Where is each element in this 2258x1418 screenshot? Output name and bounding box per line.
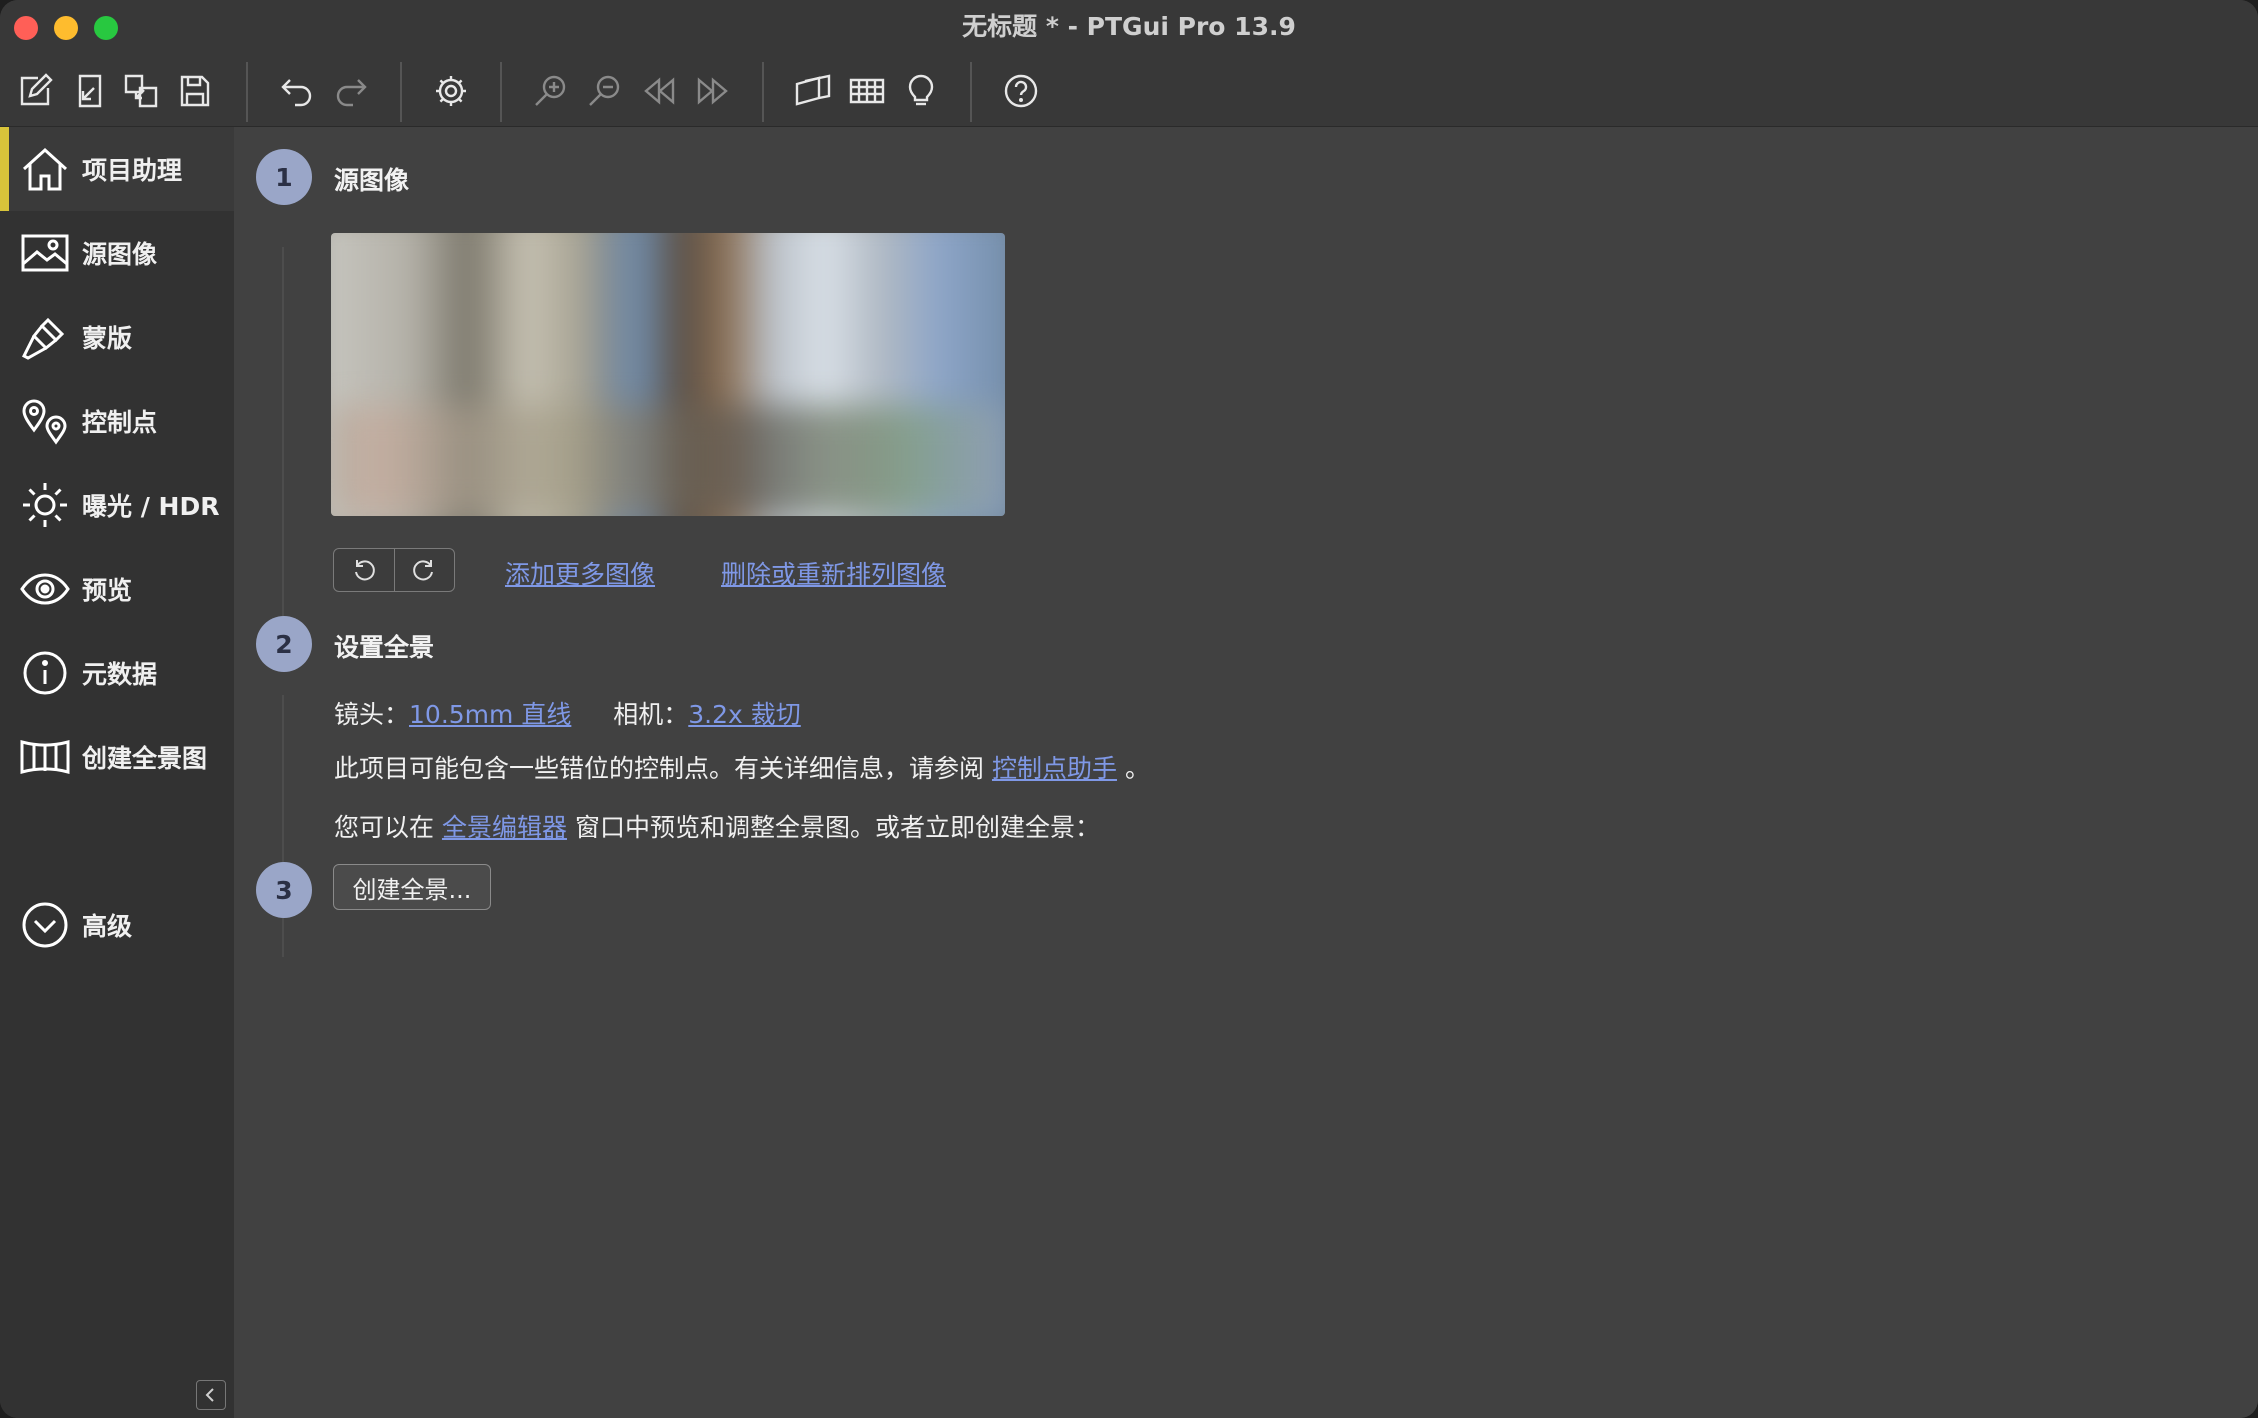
sidebar-item-metadata[interactable]: 元数据 [0, 631, 234, 715]
zoom-out-icon [589, 75, 620, 106]
sidebar-item-advanced[interactable]: 高级 [0, 883, 234, 967]
panorama-editor-button[interactable] [790, 68, 836, 114]
sidebar-item-preview[interactable]: 预览 [0, 547, 234, 631]
save-icon [180, 75, 210, 107]
new-project-icon [20, 73, 53, 106]
window-title: 无标题 * - PTGui Pro 13.9 [962, 12, 1296, 41]
info-icon [18, 646, 72, 700]
open-project-button[interactable] [66, 68, 112, 114]
help-icon [1004, 74, 1038, 108]
zoom-out-button[interactable] [582, 68, 628, 114]
chevron-down-icon [18, 898, 72, 952]
redo-icon [336, 79, 367, 107]
sidebar-item-label: 控制点 [82, 408, 158, 437]
sidebar-item-source-images[interactable]: 源图像 [0, 211, 234, 295]
new-project-button[interactable] [12, 68, 58, 114]
next-icon [697, 77, 728, 105]
camera-label: 相机： [613, 700, 689, 729]
previous-button[interactable] [636, 68, 682, 114]
open-project-icon [78, 74, 102, 108]
title-toolbar: 无标题 * - PTGui Pro 13.9 [0, 0, 2258, 127]
map-pin-icon [18, 394, 72, 448]
app-window: 无标题 * - PTGui Pro 13.9 项目助理 源图像 蒙版 控制点 曝… [0, 0, 2258, 1418]
camera-link[interactable]: 3.2x 裁切 [688, 700, 801, 729]
source-images-thumbnail[interactable] [331, 233, 1005, 516]
chevron-left-icon [205, 1388, 214, 1402]
settings-button[interactable] [428, 68, 474, 114]
rotate-left-button[interactable] [334, 549, 394, 591]
sun-icon [18, 478, 72, 532]
next-button[interactable] [690, 68, 736, 114]
remove-reorder-images-link[interactable]: 删除或重新排列图像 [721, 555, 946, 591]
lens-link[interactable]: 10.5mm 直线 [409, 700, 571, 729]
open-template-button[interactable] [118, 68, 164, 114]
home-icon [18, 142, 72, 196]
undo-button[interactable] [274, 68, 320, 114]
rotate-cw-icon [413, 560, 434, 581]
lightbulb-icon [908, 74, 934, 106]
help-button[interactable] [998, 68, 1044, 114]
sidebar-item-exposure-hdr[interactable]: 曝光 / HDR [0, 463, 234, 547]
redo-button[interactable] [328, 68, 374, 114]
lightbulb-button[interactable] [898, 68, 944, 114]
rotate-right-button[interactable] [393, 549, 455, 591]
toolbar-divider [762, 62, 764, 122]
settings-icon [436, 76, 466, 106]
sidebar-item-label: 创建全景图 [82, 744, 208, 773]
sidebar: 项目助理 源图像 蒙版 控制点 曝光 / HDR 预览 元数据 创建全景图 高级 [0, 127, 234, 1418]
sidebar-item-mask[interactable]: 蒙版 [0, 295, 234, 379]
lens-camera-line: 镜头：10.5mm 直线 相机：3.2x 裁切 [334, 695, 801, 731]
sidebar-item-label: 元数据 [82, 660, 158, 689]
sidebar-item-label: 曝光 / HDR [82, 492, 220, 521]
previous-icon [644, 77, 675, 105]
sidebar-item-control-points[interactable]: 控制点 [0, 379, 234, 463]
control-point-assistant-link[interactable]: 控制点助手 [992, 754, 1117, 783]
save-button[interactable] [172, 68, 218, 114]
step-number-badge: 1 [256, 149, 312, 205]
step-number-badge: 2 [256, 616, 312, 672]
sidebar-item-label: 高级 [82, 912, 133, 941]
eye-icon [18, 562, 72, 616]
step-title: 源图像 [334, 166, 410, 195]
step-connector [282, 247, 284, 665]
rotate-buttons [333, 548, 455, 592]
table-button[interactable] [844, 68, 890, 114]
create-panorama-button[interactable]: 创建全景... [333, 864, 491, 910]
preview-note: 您可以在 全景编辑器 窗口中预览和调整全景图。或者立即创建全景： [334, 813, 1100, 842]
panorama-editor-link[interactable]: 全景编辑器 [442, 813, 567, 842]
open-template-icon [124, 74, 158, 108]
sidebar-item-label: 预览 [82, 576, 133, 605]
brush-icon [18, 310, 72, 364]
zoom-in-icon [535, 75, 566, 106]
image-icon [18, 226, 72, 280]
panorama-editor-icon [795, 74, 831, 106]
step-number-badge: 3 [256, 862, 312, 918]
toolbar-divider [970, 62, 972, 122]
rotate-ccw-icon [354, 560, 375, 581]
toolbar-divider [246, 62, 248, 122]
add-more-images-link[interactable]: 添加更多图像 [505, 555, 655, 591]
panorama-icon [18, 730, 72, 784]
project-assistant-panel: 1 源图像 添加更多图像 删除或重新排列图像 2 设置全景 镜头：10.5mm … [234, 127, 2258, 1418]
sidebar-item-create-panorama[interactable]: 创建全景图 [0, 715, 234, 799]
lens-label: 镜头： [334, 700, 410, 729]
zoom-in-button[interactable] [528, 68, 574, 114]
sidebar-item-project-assistant[interactable]: 项目助理 [0, 127, 234, 211]
undo-icon [281, 79, 312, 107]
sidebar-item-label: 蒙版 [82, 324, 133, 353]
sidebar-item-label: 源图像 [82, 240, 158, 269]
table-icon [849, 78, 885, 104]
toolbar-divider [400, 62, 402, 122]
control-points-note: 此项目可能包含一些错位的控制点。有关详细信息，请参阅 控制点助手 。 [334, 754, 1150, 783]
toolbar-divider [500, 62, 502, 122]
step-title: 设置全景 [334, 633, 435, 662]
sidebar-item-label: 项目助理 [82, 156, 183, 185]
collapse-sidebar-button[interactable] [196, 1380, 226, 1410]
